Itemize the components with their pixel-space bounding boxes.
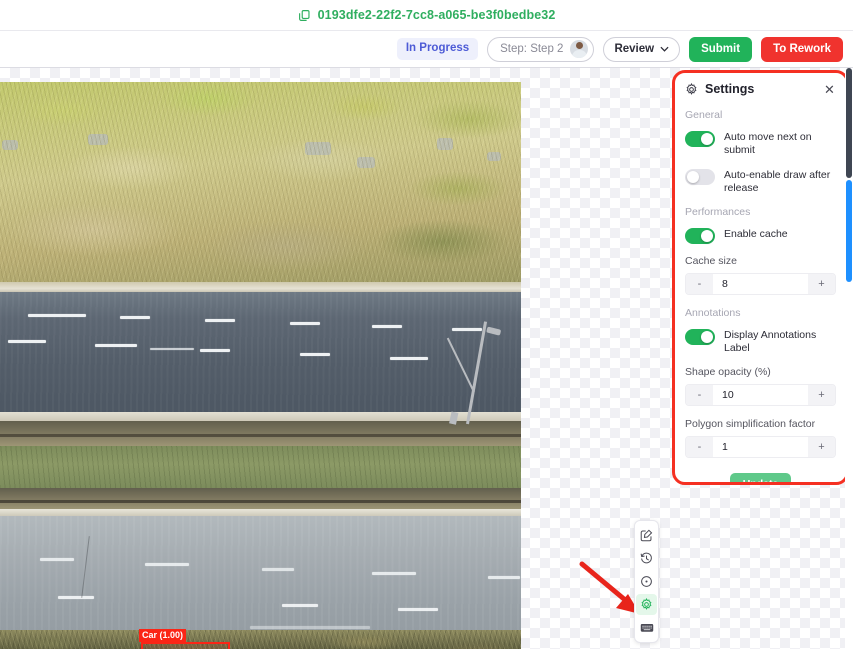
annotation-label: Car (1.00) — [139, 629, 187, 642]
polygon-factor-label: Polygon simplification factor — [685, 418, 816, 430]
update-button[interactable]: Update — [729, 473, 792, 484]
copy-icon[interactable] — [298, 9, 311, 22]
lower-road-surface — [0, 516, 521, 636]
target-tool[interactable] — [636, 571, 657, 592]
annotation-shape-car[interactable]: Car (1.00) — [139, 629, 230, 649]
step-selector[interactable]: Step: Step 2 — [487, 36, 595, 62]
edit-annotation-tool[interactable] — [636, 525, 657, 546]
polygon-factor-value[interactable]: 1 — [713, 437, 808, 457]
display-annotations-label-toggle[interactable] — [685, 329, 715, 345]
settings-panel: Settings ✕ General Auto move next on sub… — [673, 71, 848, 484]
annotation-tool-app: 0193dfe2-22f2-7cc8-a065-be3f0bedbe32 In … — [0, 0, 853, 649]
shape-opacity-stepper[interactable]: - 10 + — [685, 384, 836, 406]
shape-opacity-decrement[interactable]: - — [686, 385, 713, 405]
pencil-square-icon — [640, 529, 653, 542]
grass-median — [0, 446, 521, 492]
cache-size-label: Cache size — [685, 255, 737, 267]
enable-cache-label: Enable cache — [724, 228, 788, 240]
tool-rail — [634, 520, 659, 643]
target-icon — [641, 576, 652, 587]
polygon-factor-increment[interactable]: + — [808, 437, 835, 457]
cache-size-stepper[interactable]: - 8 + — [685, 273, 836, 295]
cache-size-decrement[interactable]: - — [686, 274, 713, 294]
polygon-factor-decrement[interactable]: - — [686, 437, 713, 457]
action-toolbar: In Progress Step: Step 2 Review Submit T… — [0, 31, 853, 68]
clock-history-icon — [640, 552, 652, 564]
review-dropdown[interactable]: Review — [603, 36, 681, 62]
vegetation-lower — [0, 630, 521, 649]
section-title-annotations: Annotations — [685, 307, 741, 319]
page-scrollbar[interactable] — [845, 68, 853, 649]
settings-tool[interactable] — [636, 594, 657, 615]
scrollbar-accent-thumb[interactable] — [846, 180, 852, 282]
shape-opacity-value[interactable]: 10 — [713, 385, 808, 405]
avatar — [570, 40, 589, 58]
setting-display-annotations-label[interactable]: Display Annotations Label — [685, 328, 836, 355]
settings-title: Settings — [705, 82, 755, 96]
aerial-road-image: Car (1.00) — [0, 82, 521, 649]
auto-move-next-label: Auto move next on submit — [724, 131, 812, 156]
to-rework-button[interactable]: To Rework — [761, 36, 843, 62]
scrollbar-thumb[interactable] — [846, 68, 852, 178]
history-tool[interactable] — [636, 548, 657, 569]
app-header: 0193dfe2-22f2-7cc8-a065-be3f0bedbe32 — [0, 0, 853, 31]
keyboard-shortcuts-tool[interactable] — [636, 617, 657, 638]
auto-enable-draw-toggle[interactable] — [685, 169, 715, 185]
task-id-text: 0193dfe2-22f2-7cc8-a065-be3f0bedbe32 — [317, 8, 556, 22]
vegetation-embankment — [0, 82, 521, 287]
display-annotations-label-text: Display Annotations Label — [724, 329, 817, 354]
cache-size-value[interactable]: 8 — [713, 274, 808, 294]
setting-enable-cache[interactable]: Enable cache — [685, 227, 836, 244]
setting-auto-move-next[interactable]: Auto move next on submit — [685, 130, 836, 157]
review-label: Review — [614, 43, 655, 55]
keyboard-icon — [640, 624, 653, 632]
polygon-factor-stepper[interactable]: - 1 + — [685, 436, 836, 458]
step-label: Step: Step 2 — [500, 43, 564, 55]
enable-cache-toggle[interactable] — [685, 228, 715, 244]
status-badge: In Progress — [396, 38, 479, 60]
shape-opacity-label: Shape opacity (%) — [685, 366, 771, 378]
gear-icon — [641, 598, 652, 610]
auto-enable-draw-label: Auto-enable draw after release — [724, 169, 831, 194]
setting-auto-enable-draw[interactable]: Auto-enable draw after release — [685, 168, 836, 195]
auto-move-next-toggle[interactable] — [685, 131, 715, 147]
section-title-general: General — [685, 109, 723, 121]
section-title-performances: Performances — [685, 206, 751, 218]
gear-icon — [686, 82, 697, 95]
cache-size-increment[interactable]: + — [808, 274, 835, 294]
submit-button[interactable]: Submit — [689, 36, 753, 62]
settings-header: Settings ✕ — [685, 82, 836, 96]
guard-rail-upper — [0, 434, 521, 437]
dirt-strip-lower — [0, 488, 521, 510]
upper-road-surface — [0, 292, 521, 414]
task-id-display[interactable]: 0193dfe2-22f2-7cc8-a065-be3f0bedbe32 — [298, 8, 556, 22]
shape-opacity-increment[interactable]: + — [808, 385, 835, 405]
close-icon[interactable]: ✕ — [823, 83, 836, 96]
guard-rail-lower — [0, 500, 521, 503]
chevron-down-icon — [660, 46, 669, 52]
